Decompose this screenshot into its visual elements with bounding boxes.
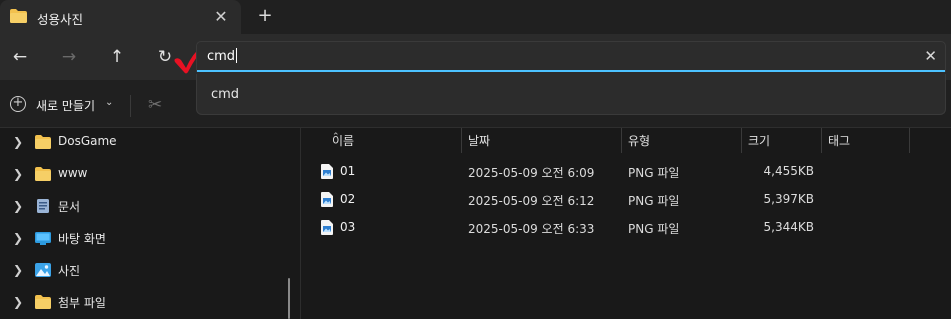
sidebar-item-label: www: [58, 166, 88, 180]
address-input-value: cmd: [207, 49, 236, 64]
column-header-label: 유형: [628, 134, 651, 148]
file-type: PNG 파일: [628, 222, 680, 236]
close-tab-button[interactable]: ✕: [212, 7, 230, 26]
address-input[interactable]: cmd: [207, 48, 238, 64]
sidebar-item-www[interactable]: ❯ www: [0, 161, 290, 189]
sidebar-scrollbar[interactable]: [288, 278, 290, 319]
column-header-date[interactable]: 날짜: [462, 128, 621, 153]
folder-icon: [35, 135, 51, 149]
sidebar-item-label: DosGame: [58, 134, 117, 148]
chevron-right-icon[interactable]: ❯: [13, 135, 23, 149]
column-header-name[interactable]: 이름 ⌃: [326, 128, 461, 153]
sidebar-item-pictures[interactable]: ❯ 사진: [0, 257, 290, 285]
file-type: PNG 파일: [628, 194, 680, 208]
png-file-icon: [321, 192, 333, 207]
chevron-right-icon[interactable]: ❯: [13, 231, 23, 245]
navigation-pane: ❯ DosGame ❯ www ❯ 문서 ❯ 바탕 화면 ❯ 사진 ❯ 첨부 파…: [0, 128, 300, 319]
sidebar-item-documents[interactable]: ❯ 문서: [0, 193, 290, 221]
column-header-label: 날짜: [468, 134, 491, 148]
back-button[interactable]: ←: [9, 46, 31, 68]
chevron-right-icon[interactable]: ❯: [13, 295, 23, 309]
table-row[interactable]: 02 2025-05-09 오전 6:12 PNG 파일 5,397KB: [301, 185, 951, 213]
pictures-icon: [35, 263, 51, 277]
file-size: 5,344KB: [763, 220, 814, 234]
toolbar-divider: [130, 95, 131, 117]
folder-icon: [35, 167, 51, 181]
file-date: 2025-05-09 오전 6:09: [468, 166, 595, 180]
file-name: 02: [340, 192, 356, 206]
up-button[interactable]: ↑: [106, 46, 128, 68]
folder-icon: [35, 295, 51, 309]
column-header-label: 크기: [748, 134, 771, 148]
folder-icon: [10, 9, 27, 23]
sidebar-item-label: 첨부 파일: [58, 296, 106, 310]
column-divider[interactable]: [909, 128, 910, 153]
png-file-icon: [321, 164, 333, 179]
focus-underline: [197, 70, 945, 72]
chevron-right-icon[interactable]: ❯: [13, 199, 23, 213]
file-size: 5,397KB: [763, 192, 814, 206]
sidebar-item-desktop[interactable]: ❯ 바탕 화면: [0, 225, 290, 253]
tab-title: 성용사진: [37, 12, 84, 27]
clear-address-button[interactable]: ✕: [924, 47, 937, 65]
png-file-icon: [321, 220, 333, 235]
file-date: 2025-05-09 오전 6:33: [468, 222, 595, 236]
new-tab-button[interactable]: +: [256, 5, 274, 26]
sidebar-item-label: 사진: [58, 264, 81, 278]
file-date: 2025-05-09 오전 6:12: [468, 194, 595, 208]
address-suggestions: cmd: [196, 74, 946, 115]
tab-current-folder[interactable]: 성용사진 ✕: [0, 0, 241, 34]
sidebar-item-label: 바탕 화면: [58, 232, 106, 246]
title-bar: 성용사진 ✕ +: [0, 0, 951, 34]
table-row[interactable]: 01 2025-05-09 오전 6:09 PNG 파일 4,455KB: [301, 157, 951, 185]
forward-button[interactable]: →: [58, 46, 80, 68]
column-header-tag[interactable]: 태그: [822, 128, 909, 153]
new-item-label: 새로 만들기: [36, 99, 96, 113]
sidebar-item-dosgame[interactable]: ❯ DosGame: [0, 129, 290, 157]
plus-circle-icon: +: [10, 96, 26, 112]
file-type: PNG 파일: [628, 166, 680, 180]
desktop-icon: [35, 232, 51, 245]
column-header-size[interactable]: 크기: [742, 128, 821, 153]
text-caret: [236, 48, 238, 63]
address-bar[interactable]: cmd ✕: [196, 41, 946, 72]
suggestion-item[interactable]: cmd: [211, 87, 239, 102]
sidebar-item-label: 문서: [58, 200, 81, 214]
table-row[interactable]: 03 2025-05-09 오전 6:33 PNG 파일 5,344KB: [301, 213, 951, 241]
column-header-label: 태그: [828, 134, 851, 148]
file-size: 4,455KB: [763, 164, 814, 178]
cut-icon[interactable]: ✂: [148, 95, 162, 115]
documents-icon: [37, 199, 49, 213]
file-name: 01: [340, 164, 356, 178]
sort-ascending-icon: ⌃: [332, 132, 340, 142]
file-list: 이름 ⌃ 날짜 유형 크기 태그 01 2025-05-09 오전 6:09 P…: [301, 128, 951, 319]
chevron-right-icon[interactable]: ❯: [13, 263, 23, 277]
chevron-right-icon[interactable]: ❯: [13, 167, 23, 181]
file-name: 03: [340, 220, 356, 234]
column-header-type[interactable]: 유형: [622, 128, 741, 153]
sidebar-item-attachments[interactable]: ❯ 첨부 파일: [0, 289, 290, 317]
chevron-down-icon: ⌄: [105, 97, 114, 108]
